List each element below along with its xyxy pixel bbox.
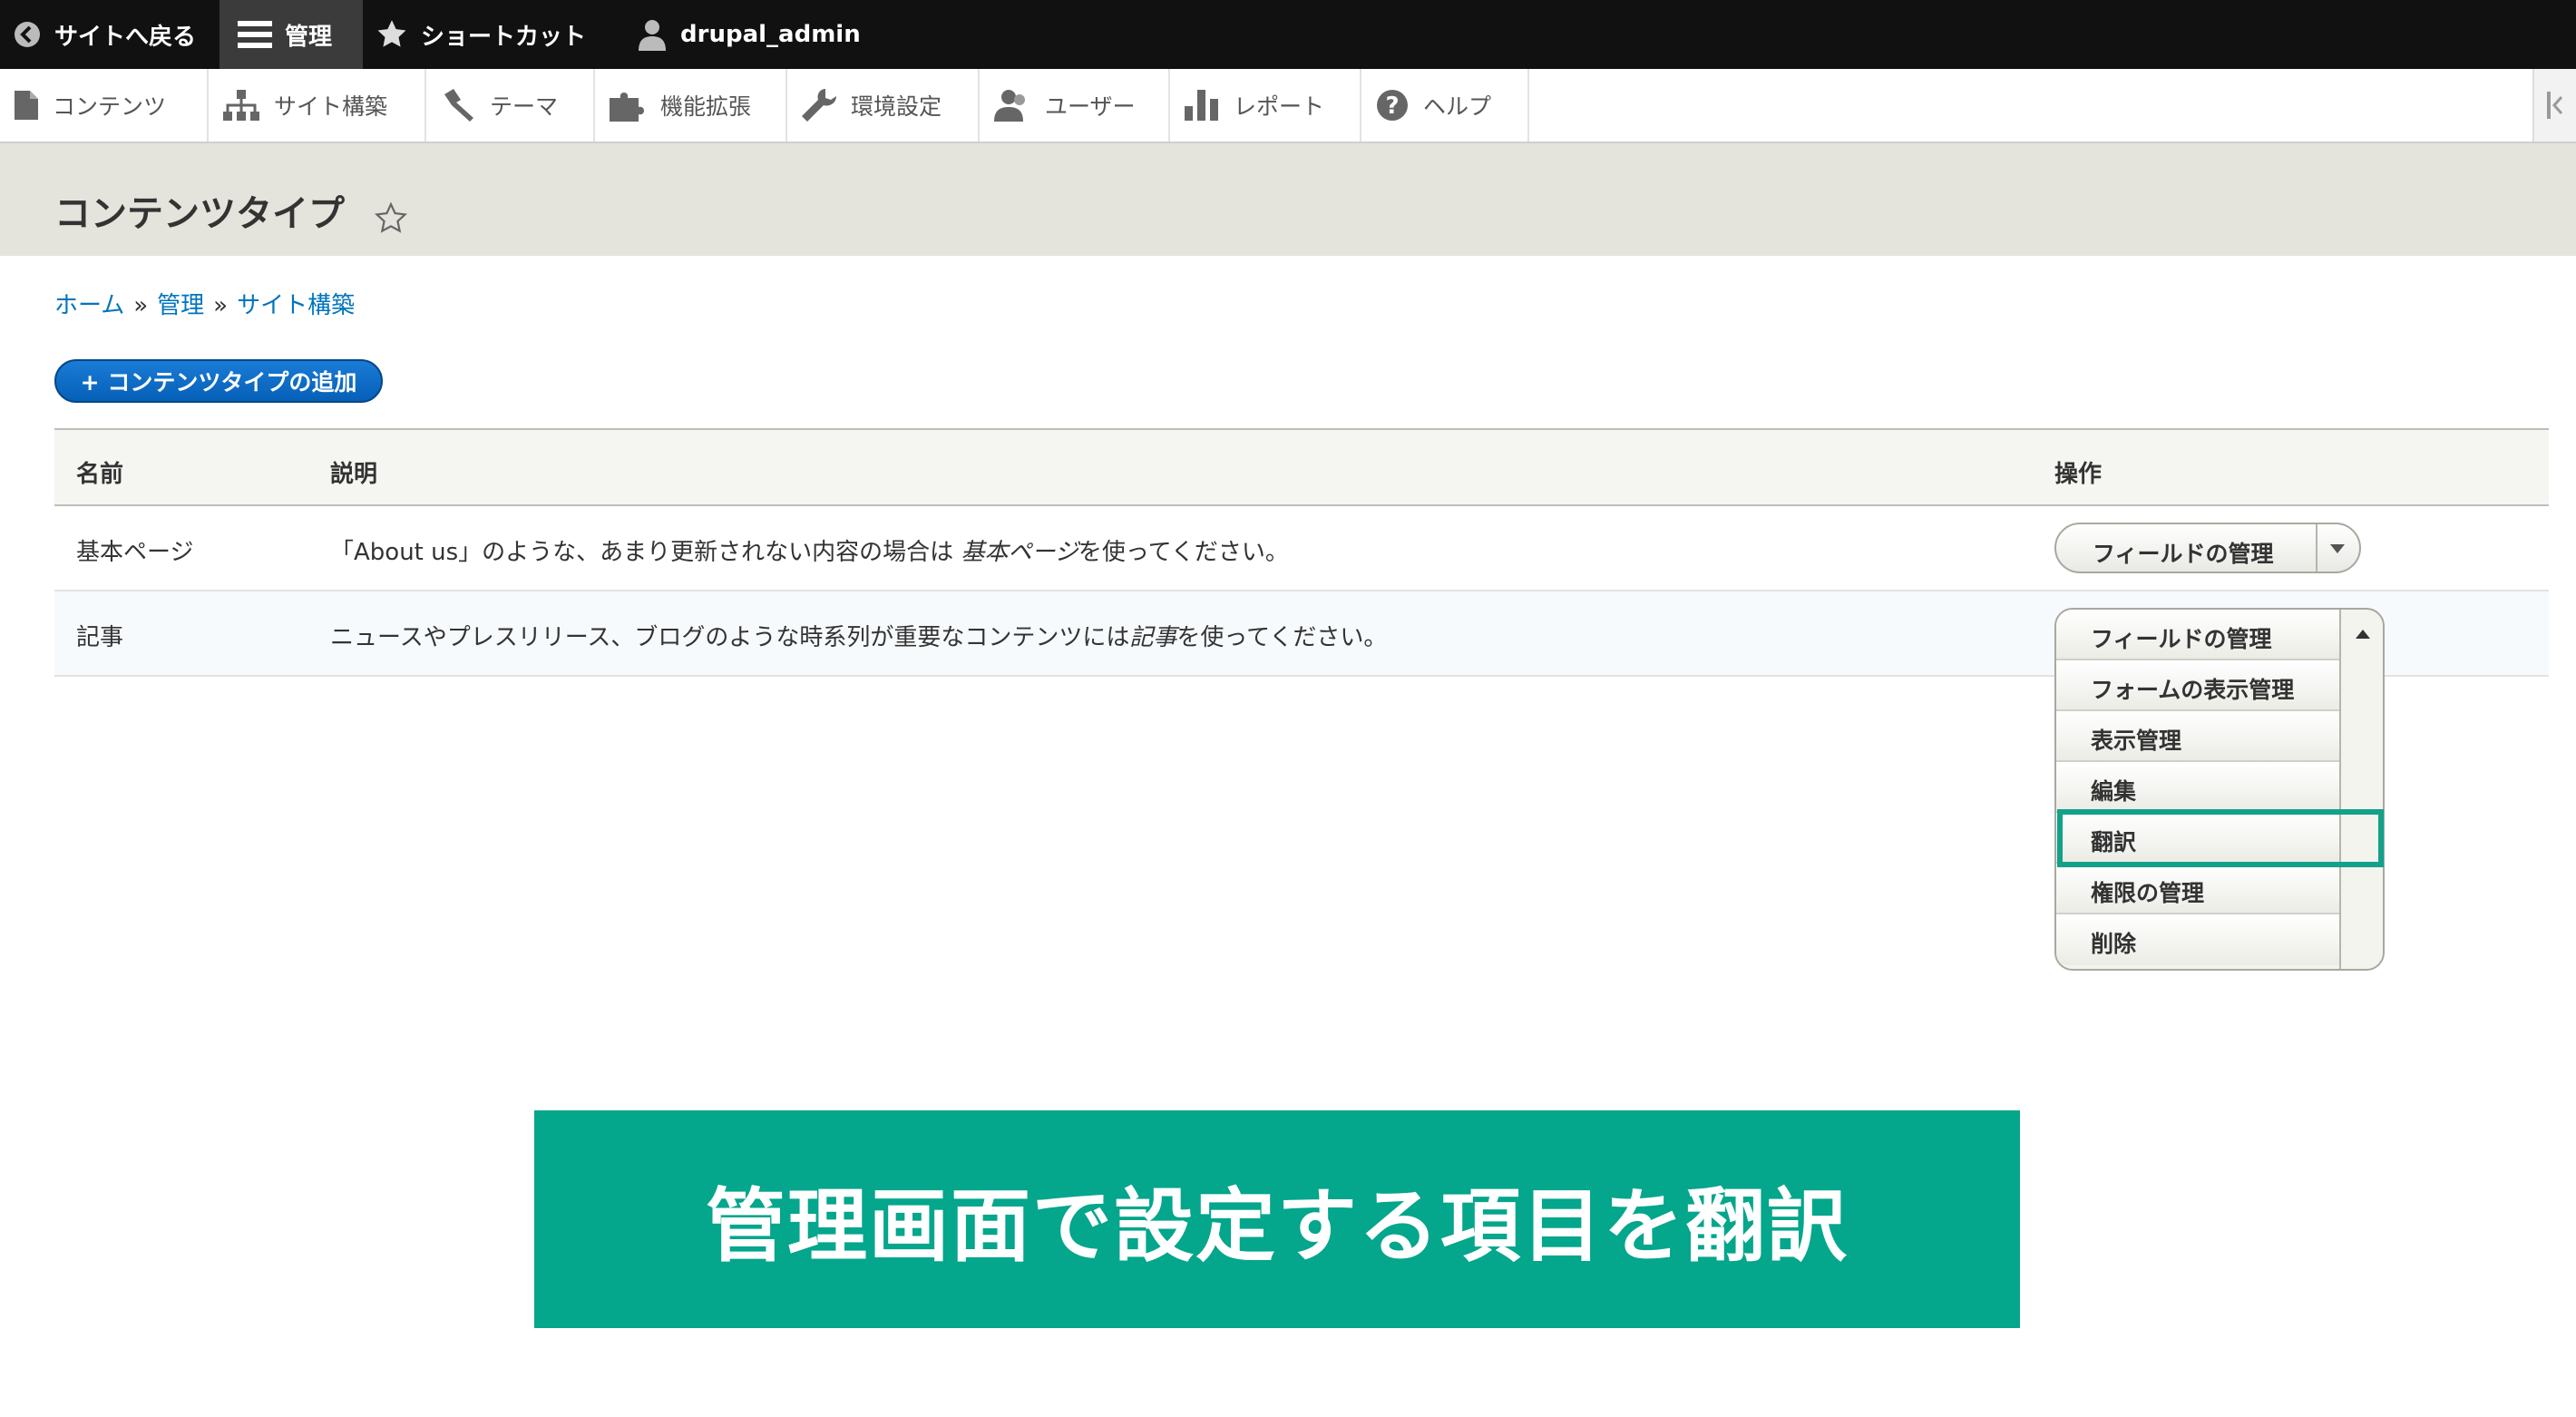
page-title: コンテンツタイプ: [54, 193, 345, 235]
menu-item-delete[interactable]: 削除: [2056, 914, 2339, 965]
tray-label-config: 環境設定: [851, 93, 942, 120]
paintbrush-icon: [444, 89, 473, 122]
chevron-up-icon[interactable]: [2356, 630, 2370, 639]
admin-tray: コンテンツ サイト構築 テーマ 機能拡張 環境設定 ユーザー レポート ? ヘル…: [0, 69, 2576, 143]
tray-label-people: ユーザー: [1045, 93, 1136, 120]
wrench-icon: [802, 89, 836, 122]
desc-emphasis: 記事: [1129, 624, 1177, 651]
tray-label-extend: 機能拡張: [660, 93, 752, 120]
dropbutton-divider: [2316, 524, 2317, 572]
chevron-down-icon[interactable]: [2330, 544, 2345, 553]
menu-item-edit[interactable]: 編集: [2056, 762, 2339, 813]
table-header: 名前 説明 操作: [54, 428, 2549, 506]
bar-chart-icon: [1185, 90, 1218, 121]
manage-fields-button[interactable]: フィールドの管理: [2093, 536, 2274, 569]
collapse-icon: [2547, 92, 2563, 119]
breadcrumb-separator: »: [213, 292, 229, 319]
manage-label: 管理: [285, 23, 333, 51]
back-to-site-label: サイトへ戻る: [54, 23, 197, 51]
row-description: ニュースやプレスリリース、ブログのような時系列が重要なコンテンツには記事を使って…: [330, 619, 1387, 652]
desc-text: を使ってください。: [1078, 539, 1289, 566]
shortcut-star-icon[interactable]: [374, 201, 408, 236]
tray-item-appearance[interactable]: テーマ: [426, 69, 595, 142]
add-content-type-button[interactable]: + コンテンツタイプの追加: [54, 359, 383, 403]
tray-label-structure: サイト構築: [274, 93, 388, 120]
help-icon: ?: [1377, 90, 1408, 121]
puzzle-icon: [610, 93, 644, 122]
menu-item-manage-permissions[interactable]: 権限の管理: [2056, 864, 2339, 914]
user-label: drupal_admin: [680, 21, 861, 48]
menu-item-manage-fields[interactable]: フィールドの管理: [2056, 610, 2339, 660]
row-description: 「About us」のような、あまり更新されない内容の場合は 基本ページを使って…: [330, 533, 1289, 567]
back-arrow-icon: [15, 22, 40, 47]
menu-item-manage-display[interactable]: 表示管理: [2056, 711, 2339, 762]
file-icon: [15, 91, 38, 120]
shortcuts-tab[interactable]: ショートカット: [363, 0, 610, 69]
dropbutton-divider: [2339, 610, 2341, 969]
desc-text: 「About us」のような、あまり更新されない内容の場合は: [330, 539, 961, 566]
people-icon: [994, 90, 1025, 122]
desc-text: ニュースやプレスリリース、ブログのような時系列が重要なコンテンツには: [330, 624, 1130, 651]
breadcrumb-separator: »: [133, 292, 149, 319]
tray-orientation-toggle[interactable]: [2532, 69, 2576, 142]
header-name: 名前: [76, 461, 124, 488]
tray-label-help: ヘルプ: [1423, 93, 1492, 120]
desc-emphasis: 基本ページ: [961, 539, 1078, 566]
menu-item-translate[interactable]: 翻訳: [2056, 813, 2339, 864]
menu-item-manage-form-display[interactable]: フォームの表示管理: [2056, 660, 2339, 711]
star-icon: [377, 20, 406, 47]
header-operations: 操作: [2054, 461, 2103, 488]
tray-item-extend[interactable]: 機能拡張: [595, 69, 787, 142]
desc-text: を使ってください。: [1176, 624, 1388, 651]
tray-item-people[interactable]: ユーザー: [980, 69, 1170, 142]
shortcuts-label: ショートカット: [421, 23, 587, 51]
tray-item-content[interactable]: コンテンツ: [0, 69, 209, 142]
sitemap-icon: [223, 90, 259, 121]
menu-icon: [238, 21, 273, 48]
operations-dropbutton-open[interactable]: フィールドの管理 フォームの表示管理 表示管理 編集 翻訳 権限の管理 削除: [2054, 608, 2385, 971]
manage-fields-dropbutton[interactable]: フィールドの管理: [2054, 523, 2361, 573]
breadcrumb-admin[interactable]: 管理: [157, 292, 204, 319]
row-name: 記事: [76, 624, 124, 651]
tray-item-reports[interactable]: レポート: [1170, 69, 1361, 142]
header-description: 説明: [330, 461, 378, 488]
tray-label-appearance: テーマ: [490, 93, 559, 120]
caption-banner: 管理画面で設定する項目を翻訳: [534, 1110, 2020, 1328]
user-icon: [639, 20, 667, 51]
tray-item-config[interactable]: 環境設定: [787, 69, 980, 142]
page-header: コンテンツタイプ: [0, 143, 2576, 256]
breadcrumb: ホーム » 管理 » サイト構築: [54, 287, 355, 320]
tray-label-reports: レポート: [1234, 93, 1325, 120]
tray-item-structure[interactable]: サイト構築: [209, 69, 426, 142]
user-tab[interactable]: drupal_admin: [610, 0, 884, 69]
breadcrumb-structure[interactable]: サイト構築: [237, 292, 355, 319]
breadcrumb-home[interactable]: ホーム: [54, 292, 124, 319]
manage-tab[interactable]: 管理: [220, 0, 364, 69]
svg-text:?: ?: [1385, 93, 1399, 120]
tray-item-help[interactable]: ? ヘルプ: [1361, 69, 1529, 142]
tray-label-content: コンテンツ: [53, 93, 167, 120]
banner-text: 管理画面で設定する項目を翻訳: [705, 1178, 1849, 1273]
admin-toolbar: サイトへ戻る 管理 ショートカット drupal_admin: [0, 0, 2576, 69]
row-name: 基本ページ: [76, 539, 194, 566]
back-to-site-link[interactable]: サイトへ戻る: [0, 0, 220, 69]
